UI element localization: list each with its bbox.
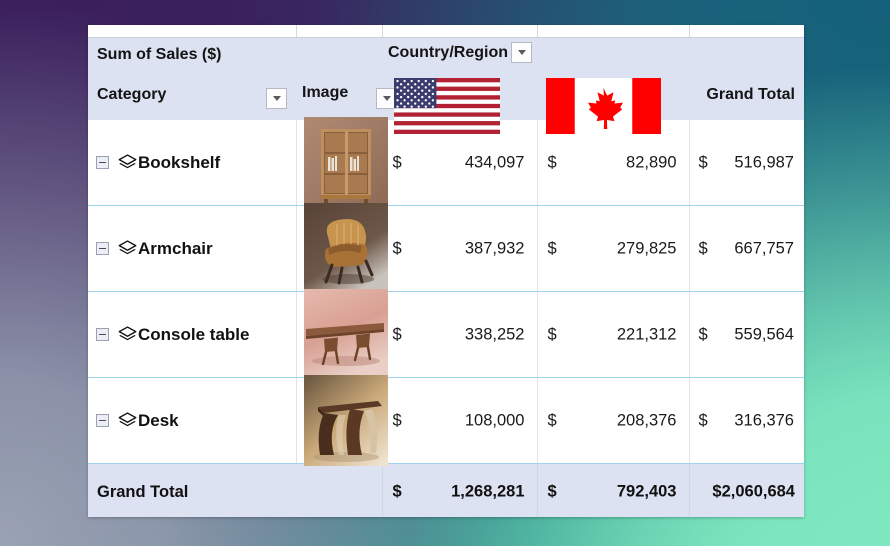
currency-symbol: $ [392, 239, 402, 257]
console-table-thumbnail [303, 289, 388, 380]
row-field-label: Category [97, 86, 167, 103]
row-label: Bookshelf [138, 152, 221, 172]
table-row: Bookshelf $ 434,097 $ 82,890 $ 516,987 [88, 117, 804, 208]
currency-symbol: $ [547, 482, 557, 501]
currency-symbol: $ [547, 239, 557, 257]
pivot-table: Sum of Sales ($) Country/Region Category… [88, 38, 804, 517]
row-header-cell[interactable]: Desk [88, 377, 296, 464]
value-cell-grand-total: $ 667,757 [688, 205, 804, 292]
row-image-cell [295, 117, 388, 208]
pivot-table-card: Sum of Sales ($) Country/Region Category… [88, 25, 804, 517]
layers-icon [118, 239, 137, 258]
currency-symbol: $ [547, 411, 557, 429]
currency-symbol: $ [392, 153, 402, 171]
chevron-down-icon [272, 96, 281, 101]
image-field-label: Image [302, 84, 349, 101]
value-text: 516,987 [734, 153, 794, 171]
value-cell-us: $ 108,000 [381, 377, 537, 464]
row-label: Armchair [138, 238, 213, 258]
currency-symbol: $ [698, 153, 708, 171]
currency-symbol: $ [547, 325, 557, 343]
value-text: 108,000 [464, 411, 525, 429]
column-field-header-cell: Country/Region [382, 38, 804, 72]
collapse-toggle-button[interactable] [96, 242, 109, 255]
column-header-canada [537, 72, 689, 134]
grand-total-row-label: Grand Total [97, 482, 189, 501]
value-text: 82,890 [626, 153, 677, 171]
grand-total-cell-us: $ 1,268,281 [381, 463, 537, 517]
pivot-header-row-2: Category Image Grand Total [88, 72, 804, 134]
value-cell-canada: $ 221,312 [536, 291, 689, 378]
value-text: $2,060,684 [712, 482, 795, 501]
layers-icon [118, 325, 137, 344]
value-text: 208,376 [616, 411, 677, 429]
column-header-united-states [382, 72, 537, 134]
value-text: 792,403 [616, 482, 677, 501]
bookshelf-thumbnail [303, 117, 388, 208]
value-text: 279,825 [616, 239, 677, 257]
value-text: 559,564 [734, 325, 794, 343]
value-cell-us: $ 387,932 [381, 205, 537, 292]
layers-icon [118, 411, 137, 430]
column-field-label: Country/Region [388, 44, 508, 61]
grand-total-cell-canada: $ 792,403 [536, 463, 689, 517]
value-text: 338,252 [464, 325, 525, 343]
row-image-cell [295, 289, 388, 380]
value-cell-grand-total: $ 316,376 [688, 377, 804, 464]
category-filter-dropdown-button[interactable] [266, 88, 287, 109]
value-cell-grand-total: $ 516,987 [688, 120, 804, 206]
table-row: Console table $ 338,252 $ 221,312 $ 559,… [88, 289, 804, 380]
desk-thumbnail [303, 375, 388, 466]
currency-symbol: $ [392, 325, 402, 343]
grand-total-row: Grand Total $ 1,268,281 $ 792,403 $2,060… [88, 463, 804, 517]
row-header-cell[interactable]: Console table [88, 291, 296, 378]
grand-total-header-cell: Grand Total [689, 72, 804, 120]
grand-total-column-label: Grand Total [706, 86, 795, 103]
value-field-label: Sum of Sales ($) [97, 46, 222, 63]
collapse-toggle-button[interactable] [96, 414, 109, 427]
currency-symbol: $ [698, 411, 708, 429]
value-text: 316,376 [734, 411, 794, 429]
value-cell-us: $ 338,252 [381, 291, 537, 378]
value-cell-canada: $ 279,825 [536, 205, 689, 292]
currency-symbol: $ [392, 411, 402, 429]
armchair-thumbnail [303, 203, 388, 294]
value-cell-grand-total: $ 559,564 [688, 291, 804, 378]
value-field-header-cell: Sum of Sales ($) [88, 38, 382, 72]
pivot-header-row-1: Sum of Sales ($) Country/Region [88, 38, 804, 72]
value-text: 387,932 [464, 239, 525, 257]
table-row: Desk $ 108,000 $ 208,376 $ 316,376 [88, 375, 804, 466]
row-label: Desk [138, 410, 179, 430]
worksheet-top-gridline-strip [88, 25, 804, 38]
value-text: 1,268,281 [451, 482, 525, 501]
value-cell-us: $ 434,097 [381, 120, 537, 206]
row-label: Console table [138, 324, 250, 344]
chevron-down-icon [517, 50, 526, 55]
country-filter-dropdown-button[interactable] [511, 42, 532, 63]
row-header-cell[interactable]: Armchair [88, 205, 296, 292]
currency-symbol: $ [698, 239, 708, 257]
grand-total-cell-total: $2,060,684 [688, 463, 804, 517]
row-image-cell [295, 375, 388, 466]
image-field-header-cell: Image [296, 72, 397, 120]
row-field-header-cell: Category [88, 72, 296, 120]
currency-symbol: $ [547, 153, 557, 171]
row-image-cell [295, 203, 388, 294]
row-header-cell[interactable]: Bookshelf [88, 120, 296, 206]
value-text: 667,757 [734, 239, 794, 257]
collapse-toggle-button[interactable] [96, 156, 109, 169]
currency-symbol: $ [698, 325, 708, 343]
grand-total-row-label-cell: Grand Total [88, 463, 382, 517]
table-row: Armchair $ 387,932 $ 279,825 $ 667,757 [88, 203, 804, 294]
value-cell-canada: $ 208,376 [536, 377, 689, 464]
value-cell-canada: $ 82,890 [536, 120, 689, 206]
value-text: 434,097 [464, 153, 525, 171]
value-text: 221,312 [616, 325, 677, 343]
layers-icon [118, 153, 137, 172]
collapse-toggle-button[interactable] [96, 328, 109, 341]
currency-symbol: $ [392, 482, 402, 501]
